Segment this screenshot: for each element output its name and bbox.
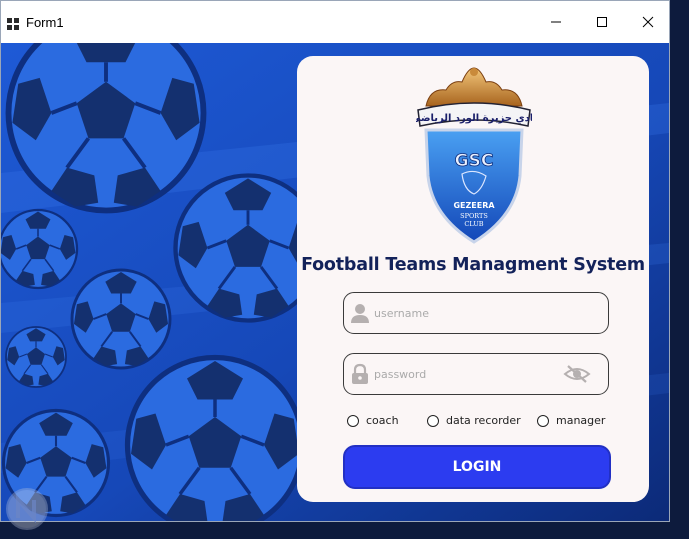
minimize-icon (551, 21, 561, 23)
password-field[interactable] (343, 353, 609, 395)
role-radio-manager[interactable]: manager (537, 414, 605, 427)
username-input[interactable] (374, 303, 554, 323)
role-label: manager (556, 414, 606, 427)
club-logo: نادي جزيرة الورد الرياضي GSC GEZEERA SPO… (416, 67, 532, 244)
radio-circle[interactable] (347, 414, 359, 427)
window-icon (7, 18, 19, 30)
maximize-icon (597, 17, 607, 27)
club-monogram: GSC (455, 151, 494, 171)
window-title: Form1 (26, 15, 64, 30)
close-icon (642, 16, 654, 28)
maximize-button[interactable] (579, 1, 625, 43)
login-button[interactable]: LOGIN (343, 445, 611, 489)
close-button[interactable] (625, 1, 671, 43)
app-title: Football Teams Managment System (301, 255, 645, 275)
club-name-line2: SPORTS (460, 212, 488, 220)
role-label: coach (366, 414, 399, 427)
role-selector: coach data recorder manager (347, 414, 647, 434)
lock-icon (352, 363, 368, 384)
role-label: data recorder (446, 414, 521, 427)
eye-slash-icon[interactable] (563, 363, 591, 385)
login-card: نادي جزيرة الورد الرياضي GSC GEZEERA SPO… (297, 56, 649, 502)
user-icon (351, 304, 369, 323)
radio-circle[interactable] (537, 414, 549, 427)
watermark-logo (6, 488, 48, 530)
app-window: Form1 نادي جزيرة الورد الرياضي GSC GEZEE… (0, 0, 670, 522)
password-input[interactable] (374, 364, 554, 384)
club-name-line1: GEZEERA (453, 201, 495, 210)
minimize-button[interactable] (533, 1, 579, 43)
form-client-area: نادي جزيرة الورد الرياضي GSC GEZEERA SPO… (1, 43, 669, 521)
username-field[interactable] (343, 292, 609, 334)
title-bar[interactable]: Form1 (1, 1, 669, 43)
radio-circle[interactable] (427, 414, 439, 427)
role-radio-coach[interactable]: coach (347, 414, 399, 427)
club-name-line3: CLUB (464, 220, 483, 228)
club-arabic-name: نادي جزيرة الورد الرياضي (416, 113, 532, 124)
role-radio-data-recorder[interactable]: data recorder (427, 414, 521, 427)
